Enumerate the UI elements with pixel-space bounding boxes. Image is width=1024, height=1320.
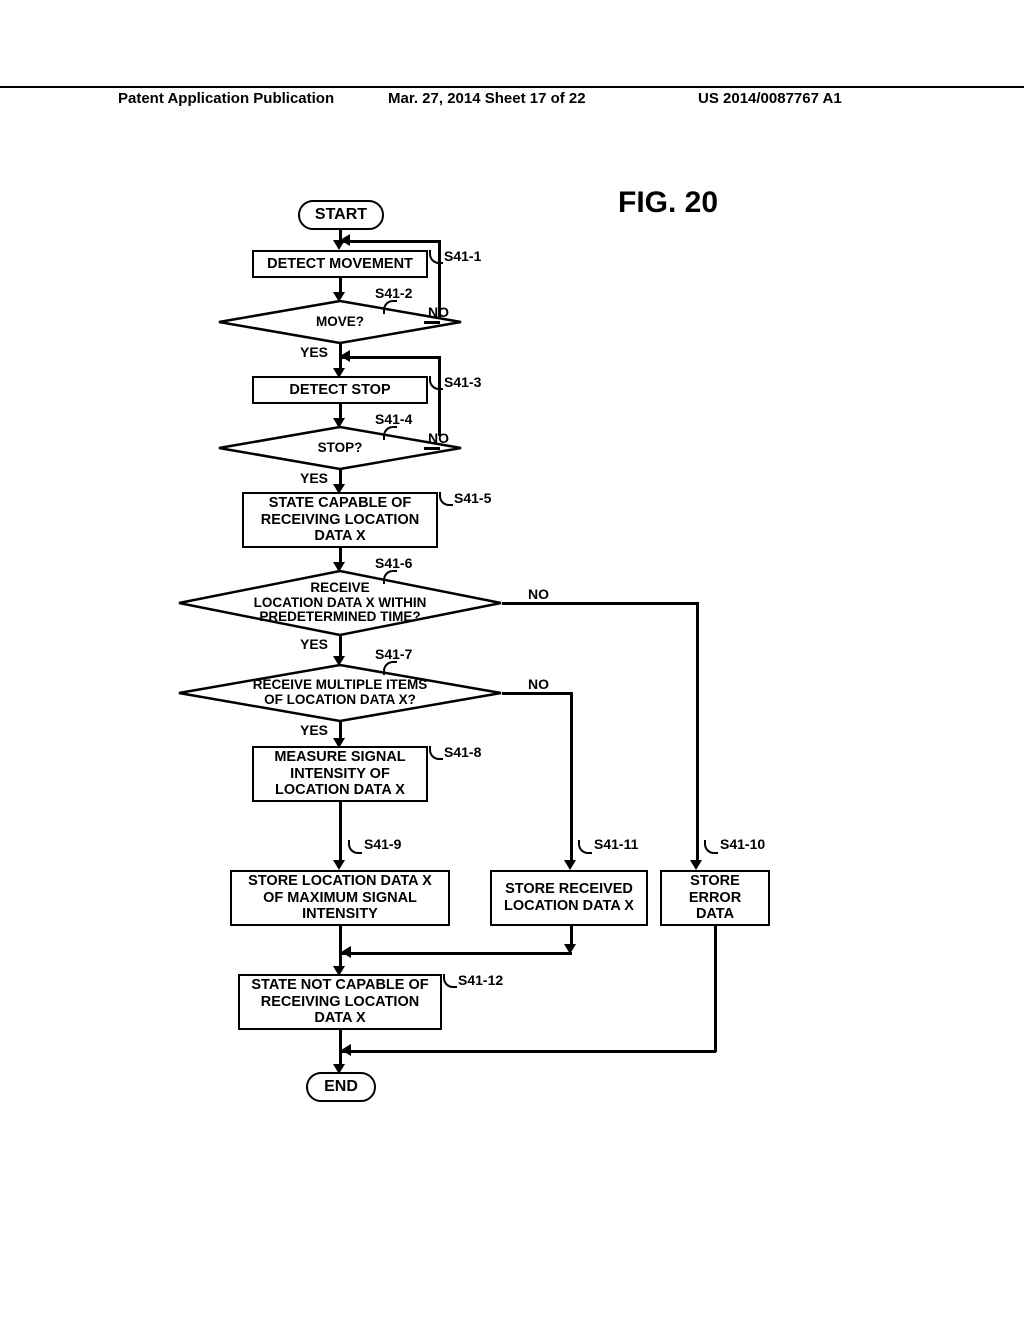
connector xyxy=(340,240,440,243)
process-detect-stop: DETECT STOP xyxy=(252,376,428,404)
ref-hook-icon xyxy=(704,840,718,854)
process-detect-movement: DETECT MOVEMENT xyxy=(252,250,428,278)
connector xyxy=(339,636,342,658)
header-right: US 2014/0087767 A1 xyxy=(698,90,842,107)
ref-hook-icon xyxy=(383,426,397,440)
flowchart: START DETECT MOVEMENT S41-1 MOVE? S41-2 … xyxy=(180,200,880,1200)
decision-multiple-items: RECEIVE MULTIPLE ITEMS OF LOCATION DATA … xyxy=(178,664,502,722)
step-ref: S41-11 xyxy=(594,836,638,852)
label-no: NO xyxy=(528,586,549,602)
decision-text: MOVE? xyxy=(276,315,404,330)
step-ref: S41-12 xyxy=(458,972,503,988)
ref-hook-icon xyxy=(429,250,443,264)
step-ref: S41-7 xyxy=(375,646,412,662)
arrowhead-down-icon xyxy=(690,860,702,870)
ref-hook-icon xyxy=(443,974,457,988)
step-ref: S41-4 xyxy=(375,411,412,427)
connector xyxy=(696,602,699,862)
step-ref: S41-8 xyxy=(444,744,481,760)
step-ref: S41-2 xyxy=(375,285,412,301)
process-store-received: STORE RECEIVED LOCATION DATA X xyxy=(490,870,648,926)
label-no: NO xyxy=(528,676,549,692)
connector xyxy=(714,926,717,1052)
process-state-not-capable: STATE NOT CAPABLE OF RECEIVING LOCATION … xyxy=(238,974,442,1030)
decision-text: RECEIVE LOCATION DATA X WITHIN PREDETERM… xyxy=(214,581,467,626)
ref-hook-icon xyxy=(348,840,362,854)
step-ref: S41-9 xyxy=(364,836,401,852)
arrowhead-left-icon xyxy=(341,946,351,958)
connector xyxy=(570,926,573,946)
step-ref: S41-3 xyxy=(444,374,481,390)
connector xyxy=(438,356,441,436)
label-yes: YES xyxy=(300,722,328,738)
step-ref: S41-1 xyxy=(444,248,481,264)
arrowhead-left-icon xyxy=(340,234,350,246)
header-left: Patent Application Publication xyxy=(118,90,334,107)
connector xyxy=(570,692,573,862)
decision-text: STOP? xyxy=(278,441,403,456)
connector xyxy=(424,447,440,450)
page-header: Patent Application Publication Mar. 27, … xyxy=(0,86,1024,90)
label-yes: YES xyxy=(300,470,328,486)
connector xyxy=(502,692,572,695)
label-no: NO xyxy=(428,430,449,446)
label-yes: YES xyxy=(300,636,328,652)
header-middle: Mar. 27, 2014 Sheet 17 of 22 xyxy=(388,90,586,107)
process-store-max-intensity: STORE LOCATION DATA X OF MAXIMUM SIGNAL … xyxy=(230,870,450,926)
decision-text: RECEIVE MULTIPLE ITEMS OF LOCATION DATA … xyxy=(213,678,468,708)
connector xyxy=(502,602,698,605)
ref-hook-icon xyxy=(429,746,443,760)
step-ref: S41-5 xyxy=(454,490,491,506)
arrowhead-down-icon xyxy=(564,860,576,870)
terminator-start: START xyxy=(298,200,384,230)
ref-hook-icon xyxy=(439,492,453,506)
step-ref: S41-6 xyxy=(375,555,412,571)
terminator-end: END xyxy=(306,1072,376,1102)
connector xyxy=(340,356,440,359)
ref-hook-icon xyxy=(383,661,397,675)
arrowhead-left-icon xyxy=(341,1044,351,1056)
arrowhead-down-icon xyxy=(333,860,345,870)
connector xyxy=(341,952,572,955)
label-no: NO xyxy=(428,304,449,320)
connector xyxy=(424,321,440,324)
connector xyxy=(339,802,342,862)
label-yes: YES xyxy=(300,344,328,360)
process-measure-signal: MEASURE SIGNAL INTENSITY OF LOCATION DAT… xyxy=(252,746,428,802)
process-state-capable: STATE CAPABLE OF RECEIVING LOCATION DATA… xyxy=(242,492,438,548)
ref-hook-icon xyxy=(429,376,443,390)
arrowhead-left-icon xyxy=(340,350,350,362)
process-store-error: STORE ERROR DATA xyxy=(660,870,770,926)
ref-hook-icon xyxy=(578,840,592,854)
step-ref: S41-10 xyxy=(720,836,765,852)
connector xyxy=(341,1050,716,1053)
decision-receive-within-time: RECEIVE LOCATION DATA X WITHIN PREDETERM… xyxy=(178,570,502,636)
ref-hook-icon xyxy=(383,300,397,314)
